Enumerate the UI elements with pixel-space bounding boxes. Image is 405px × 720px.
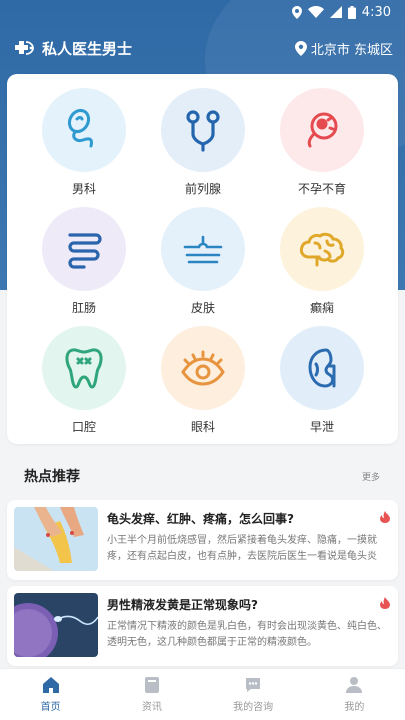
news-description: 小王半个月前低烧感冒，然后紧接着龟头发痒、隐痛，一摸就疼，还有点起白皮，也有点肿…	[107, 535, 377, 562]
tooth-icon	[65, 348, 103, 389]
category-andrology[interactable]: 男科	[24, 88, 144, 200]
skin-icon	[183, 235, 223, 264]
battery-icon	[347, 5, 356, 19]
news-card[interactable]: 男性精液发黄是正常现象吗? 正常情况下精液的颜色是乳白色，有时会出现淡黄色、纯白…	[7, 586, 398, 666]
user-icon	[346, 677, 363, 693]
category-premature-ejaculation[interactable]: 早泄	[262, 326, 382, 438]
tab-label: 我的	[344, 702, 365, 713]
more-link[interactable]: 更多	[362, 470, 380, 483]
signal-icon	[329, 6, 342, 18]
chat-icon	[246, 678, 261, 692]
news-icon	[144, 677, 159, 693]
category-grid: 男科 前列腺 不孕不育 肛肠 皮肤 癫痫 口腔 眼科 早泄	[7, 74, 398, 444]
category-icon-circle	[161, 326, 245, 410]
news-title: 龟头发痒、红肿、疼痛，怎么回事?	[107, 512, 294, 526]
brain-icon	[299, 232, 345, 267]
category-icon-circle	[42, 326, 126, 410]
news-body: 龟头发痒、红肿、疼痛，怎么回事? 小王半个月前低烧感冒，然后紧接着龟头发痒、隐痛…	[107, 507, 390, 573]
flame-icon	[380, 511, 390, 523]
location-pin-icon	[294, 40, 307, 56]
wifi-icon	[307, 6, 324, 18]
tab-news[interactable]: 资讯	[112, 676, 192, 713]
category-label: 前列腺	[184, 182, 221, 196]
category-label: 口腔	[71, 420, 96, 434]
category-icon-circle	[280, 207, 364, 291]
medical-cross-logo-icon	[15, 41, 34, 55]
category-label: 早泄	[309, 420, 334, 434]
category-label: 皮肤	[190, 301, 215, 315]
category-icon-circle	[42, 207, 126, 291]
category-infertility[interactable]: 不孕不育	[262, 88, 382, 200]
category-prostate[interactable]: 前列腺	[143, 88, 263, 200]
category-anorectal[interactable]: 肛肠	[24, 207, 144, 319]
category-ophthalmology[interactable]: 眼科	[143, 326, 263, 438]
category-icon-circle	[280, 88, 364, 172]
category-label: 肛肠	[71, 301, 96, 315]
category-icon-circle	[161, 88, 245, 172]
category-label: 不孕不育	[297, 182, 346, 196]
sperm-icon	[67, 108, 93, 148]
status-time: 4:30	[361, 4, 391, 20]
category-skin[interactable]: 皮肤	[143, 207, 263, 319]
top-bar: 私人医生男士 北京市 东城区	[0, 30, 405, 66]
location-status-icon	[291, 5, 302, 19]
news-body: 男性精液发黄是正常现象吗? 正常情况下精液的颜色是乳白色，有时会出现淡黄色、纯白…	[107, 593, 390, 659]
hot-section-header: 热点推荐 更多	[7, 458, 398, 494]
intestine-icon	[68, 233, 102, 269]
category-dental[interactable]: 口腔	[24, 326, 144, 438]
news-thumbnail	[14, 507, 98, 571]
home-icon	[42, 677, 59, 693]
tab-label: 资讯	[141, 702, 162, 713]
news-title: 男性精液发黄是正常现象吗?	[107, 598, 258, 612]
eye-icon	[181, 350, 225, 386]
category-label: 眼科	[190, 420, 215, 434]
infertility-icon	[307, 112, 338, 148]
category-epilepsy[interactable]: 癫痫	[262, 207, 382, 319]
kidney-icon	[308, 348, 336, 388]
location-selector[interactable]: 北京市 东城区	[294, 39, 393, 58]
tab-label: 首页	[40, 702, 61, 713]
news-description: 正常情况下精液的颜色是乳白色，有时会出现淡黄色、纯白色、透明无色，这几种颜色都属…	[107, 621, 387, 648]
bottom-tab-bar: 首页 资讯 我的咨询 我的	[0, 668, 405, 720]
hot-section-title: 热点推荐	[24, 469, 80, 485]
category-icon-circle	[280, 326, 364, 410]
category-icon-circle	[42, 88, 126, 172]
category-icon-circle	[161, 207, 245, 291]
tab-label: 我的咨询	[233, 702, 274, 713]
brand: 私人医生男士	[12, 38, 132, 59]
status-bar: 4:30	[0, 0, 405, 24]
prostate-icon	[186, 110, 220, 152]
tab-my-consult[interactable]: 我的咨询	[213, 676, 293, 713]
tab-home[interactable]: 首页	[11, 676, 91, 713]
category-label: 癫痫	[309, 301, 334, 315]
news-thumbnail	[14, 593, 98, 657]
tab-profile[interactable]: 我的	[314, 676, 394, 713]
app-title: 私人医生男士	[42, 39, 133, 58]
location-text: 北京市 东城区	[310, 42, 393, 58]
news-card[interactable]: 龟头发痒、红肿、疼痛，怎么回事? 小王半个月前低烧感冒，然后紧接着龟头发痒、隐痛…	[7, 500, 398, 580]
flame-icon	[380, 597, 390, 609]
category-label: 男科	[71, 182, 96, 196]
